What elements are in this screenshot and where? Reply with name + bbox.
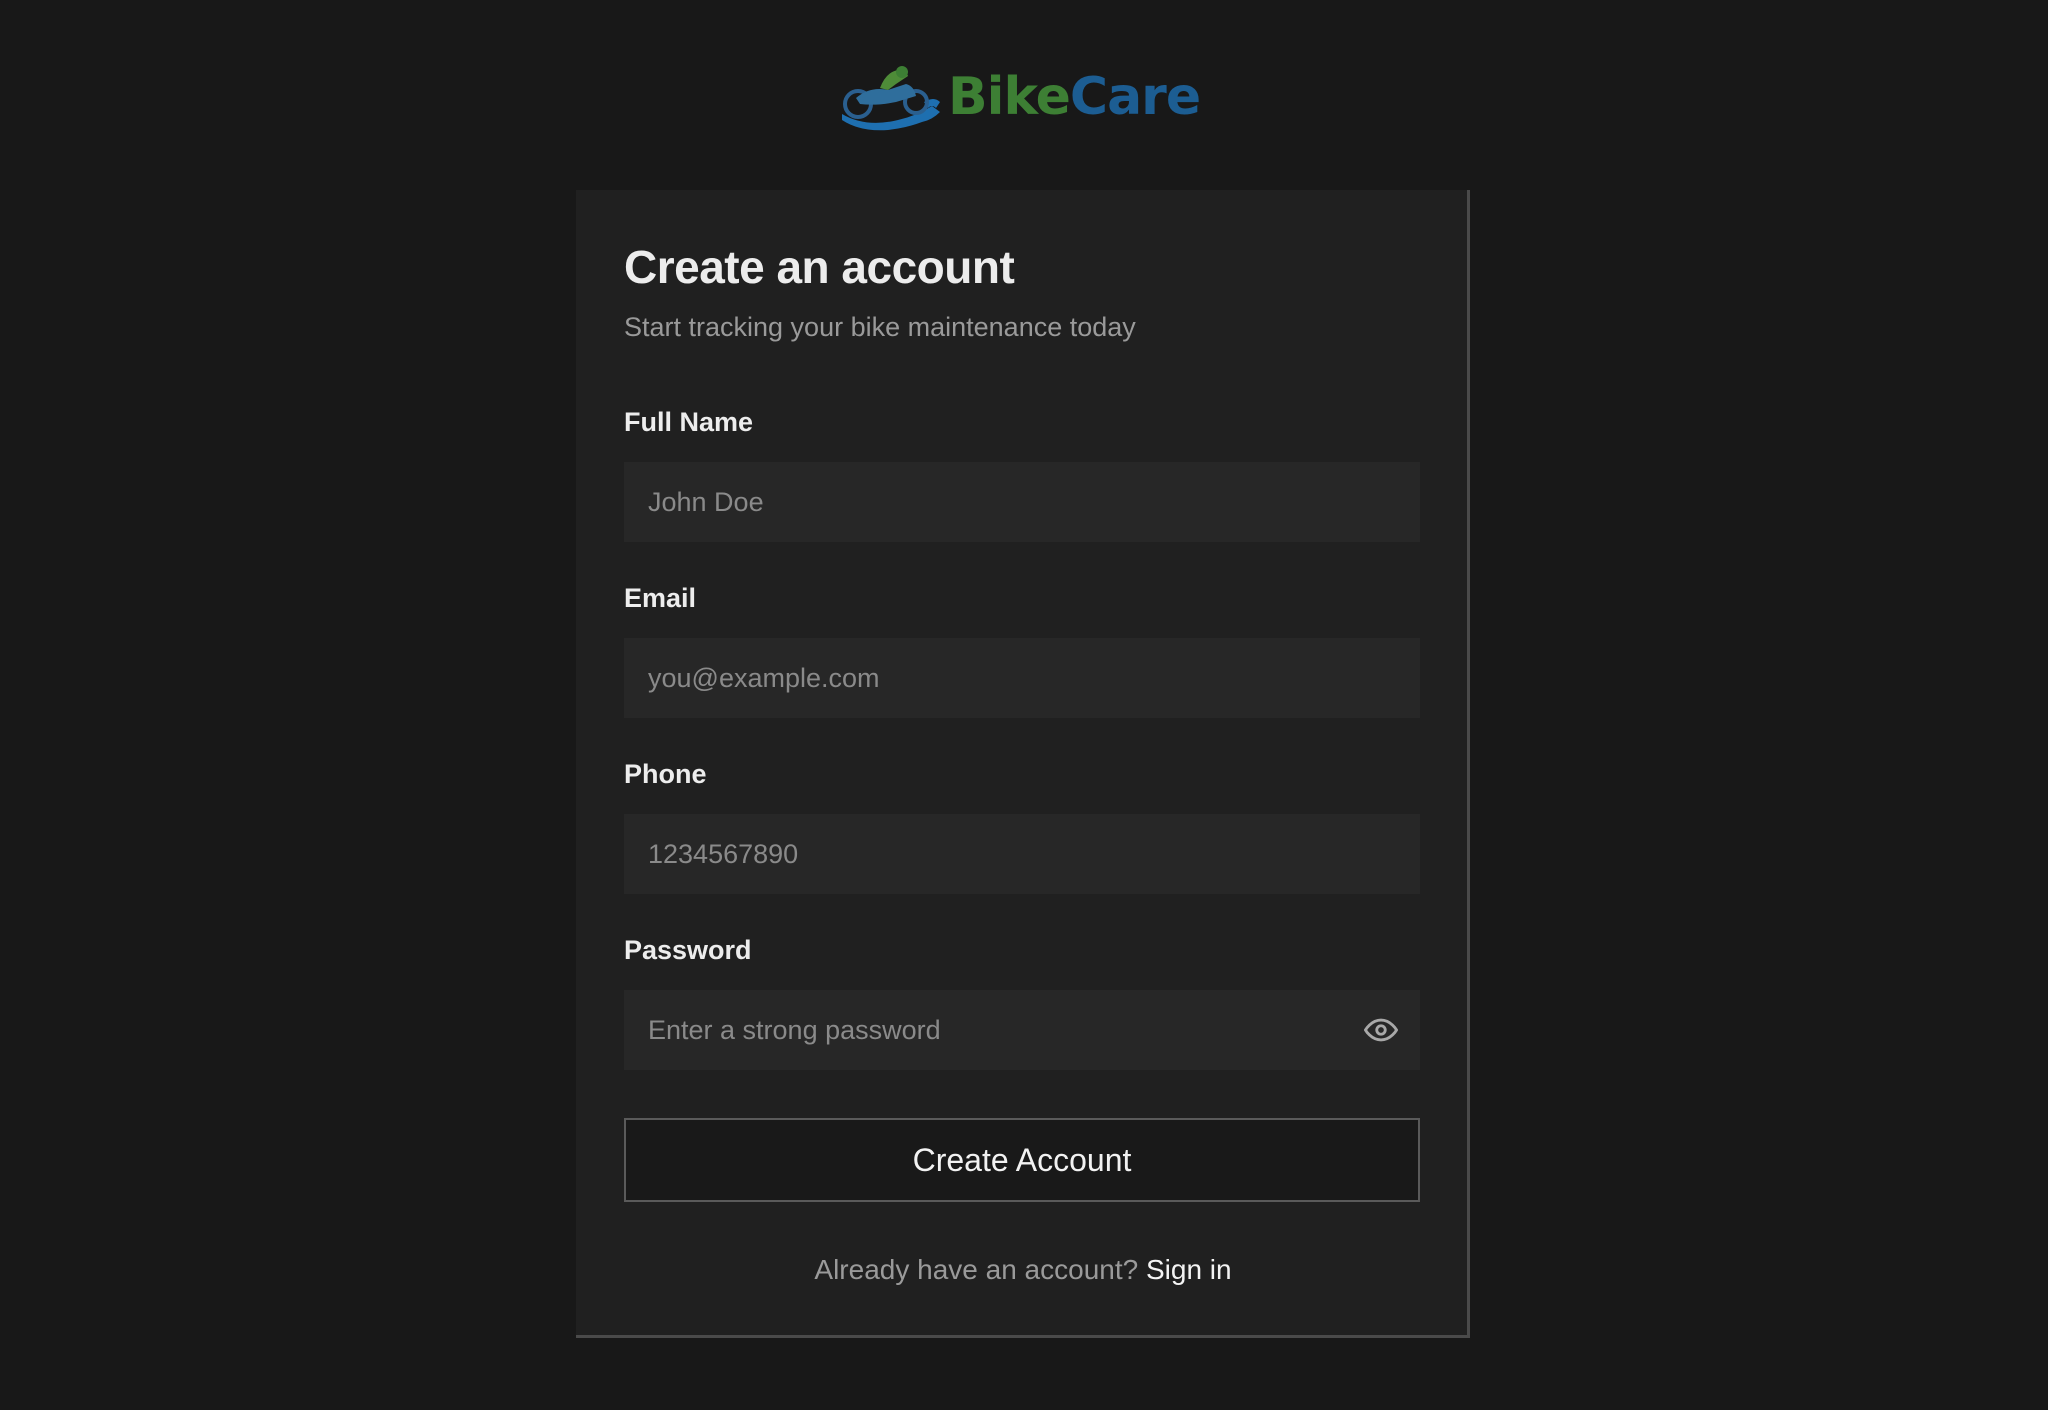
full-name-input[interactable]	[624, 462, 1420, 542]
signin-link[interactable]: Sign in	[1146, 1254, 1232, 1285]
signup-page: BikeCare Create an account Start trackin…	[0, 0, 2048, 1410]
eye-icon[interactable]	[1364, 1013, 1398, 1047]
signup-card: Create an account Start tracking your bi…	[576, 190, 1470, 1338]
brand-name: BikeCare	[948, 71, 1201, 123]
page-title: Create an account	[624, 241, 1015, 293]
email-label: Email	[624, 583, 697, 613]
brand-name-care: Care	[1069, 67, 1201, 127]
phone-label: Phone	[624, 759, 707, 789]
brand-logo[interactable]: BikeCare	[836, 62, 1201, 132]
full-name-label: Full Name	[624, 407, 754, 437]
brand-name-bike: Bike	[948, 67, 1071, 127]
page-subtitle: Start tracking your bike maintenance tod…	[624, 312, 1136, 342]
motorcycle-wrench-icon	[842, 66, 940, 131]
password-label: Password	[624, 935, 752, 965]
create-account-button[interactable]: Create Account	[624, 1118, 1420, 1202]
signin-prompt-text: Already have an account?	[814, 1254, 1139, 1285]
signin-prompt: Already have an account? Sign in	[576, 1254, 1470, 1286]
email-input[interactable]	[624, 638, 1420, 718]
phone-input[interactable]	[624, 814, 1420, 894]
password-input[interactable]	[624, 990, 1420, 1070]
